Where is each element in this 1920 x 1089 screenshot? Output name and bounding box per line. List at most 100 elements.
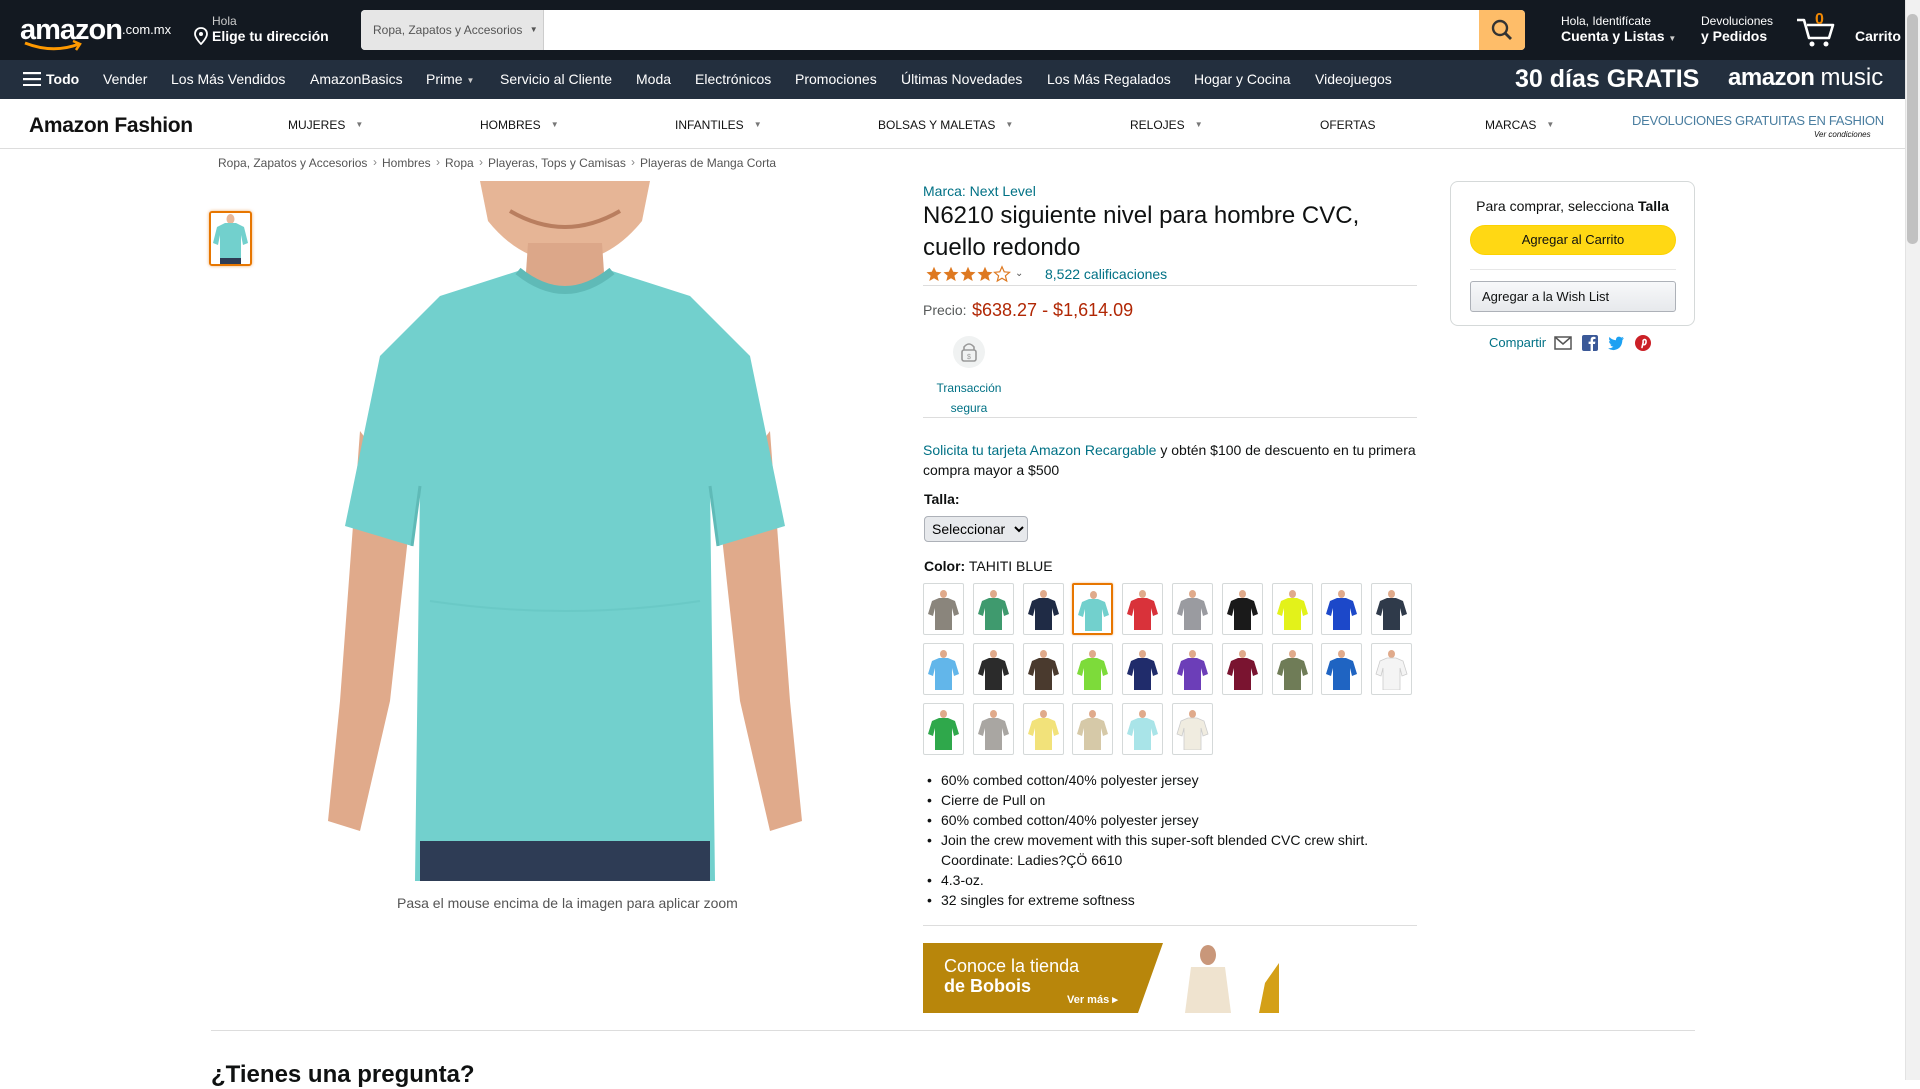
nav-item-amazonbasics[interactable]: AmazonBasics (310, 60, 403, 99)
pinterest-icon[interactable] (1634, 334, 1652, 352)
color-swatch[interactable] (923, 703, 964, 755)
share-label[interactable]: Compartir (1489, 335, 1546, 350)
color-swatch[interactable] (1172, 643, 1213, 695)
rating-dropdown-caret[interactable]: ⌄ (1015, 268, 1023, 279)
credit-card-link[interactable]: Solicita tu tarjeta Amazon Recargable (923, 442, 1156, 458)
breadcrumb-separator: › (631, 155, 635, 169)
search-icon (1491, 19, 1512, 40)
lock-icon: $ (961, 343, 977, 362)
nav-item-promociones[interactable]: Promociones (795, 60, 877, 99)
color-swatch[interactable] (1371, 583, 1413, 635)
fashion-tab-ofertas[interactable]: OFERTAS (1320, 118, 1376, 132)
secure-transaction-link[interactable]: Transacción segura (923, 378, 1015, 418)
color-swatch[interactable] (1022, 583, 1064, 635)
color-swatch[interactable] (1321, 643, 1363, 695)
returns-orders-link[interactable]: Devoluciones y Pedidos (1701, 14, 1773, 44)
free-returns-conditions[interactable]: Ver condiciones (1814, 130, 1871, 139)
add-to-cart-button[interactable]: Agregar al Carrito (1470, 225, 1676, 255)
search-category-dropdown[interactable]: Ropa, Zapatos y Accesorios ▼ (361, 10, 544, 50)
tshirt-swatch-image (1027, 590, 1059, 630)
nav-item-moda[interactable]: Moda (636, 60, 671, 99)
color-swatch[interactable] (1321, 583, 1363, 635)
breadcrumb-item[interactable]: Playeras de Manga Corta (640, 156, 776, 170)
fashion-tab-bolsas[interactable]: BOLSAS Y MALETAS ▼ (878, 118, 1013, 132)
nav-item-servicio-cliente[interactable]: Servicio al Cliente (500, 60, 612, 99)
search-input[interactable] (545, 10, 1465, 50)
search-button[interactable] (1479, 10, 1525, 50)
tshirt-swatch-image (1276, 650, 1308, 690)
all-menu-button[interactable]: Todo (23, 60, 79, 99)
color-swatch[interactable] (1072, 643, 1114, 695)
color-swatch[interactable] (1022, 643, 1064, 695)
buy-box-prompt-text: Para comprar, selecciona (1476, 198, 1638, 214)
ratings-count-link[interactable]: 8,522 calificaciones (1045, 266, 1167, 282)
account-lists-menu[interactable]: Hola, Identifícate Cuenta y Listas ▼ (1561, 14, 1676, 44)
music-promo-text[interactable]: 30 días GRATIS (1515, 65, 1699, 95)
color-swatch[interactable] (1271, 583, 1313, 635)
color-swatch[interactable] (1172, 583, 1213, 635)
email-icon[interactable] (1554, 334, 1572, 352)
tshirt-swatch-image (1276, 590, 1308, 630)
nav-item-vender[interactable]: Vender (103, 60, 147, 99)
color-swatch[interactable] (1221, 643, 1263, 695)
color-swatch[interactable] (972, 643, 1014, 695)
color-swatch[interactable] (1072, 703, 1114, 755)
nav-item-electronicos[interactable]: Electrónicos (695, 60, 771, 99)
brand-link[interactable]: Marca: Next Level (923, 183, 1036, 199)
banner-headline: Conoce la tienda (944, 956, 1080, 976)
nav-item-videojuegos[interactable]: Videojuegos (1315, 60, 1392, 99)
color-swatch[interactable] (1271, 643, 1313, 695)
size-label: Talla: (924, 491, 960, 507)
breadcrumb-item[interactable]: Hombres (382, 156, 431, 170)
fashion-tab-hombres[interactable]: HOMBRES ▼ (480, 118, 559, 132)
fashion-tab-marcas[interactable]: MARCAS ▼ (1485, 118, 1554, 132)
color-swatch[interactable] (923, 583, 964, 635)
amazon-fashion-title[interactable]: Amazon Fashion (29, 114, 193, 138)
account-label: Cuenta y Listas (1561, 28, 1665, 44)
add-to-wishlist-button[interactable]: Agregar a la Wish List (1470, 281, 1676, 312)
amazon-music-logo[interactable]: amazon music (1728, 64, 1883, 92)
banner-cta[interactable]: Ver más ▸ (1067, 993, 1118, 1006)
color-swatch[interactable] (1371, 643, 1413, 695)
divider (923, 417, 1417, 418)
facebook-icon[interactable] (1581, 334, 1599, 352)
color-swatch[interactable] (1122, 703, 1164, 755)
caret-down-icon: ▼ (1668, 34, 1677, 43)
color-swatch[interactable] (1221, 583, 1263, 635)
color-swatch[interactable] (972, 703, 1014, 755)
color-swatch[interactable] (972, 583, 1014, 635)
scrollbar-thumb[interactable] (1907, 14, 1918, 244)
color-swatch[interactable] (923, 643, 964, 695)
breadcrumb-item[interactable]: Ropa (445, 156, 474, 170)
nav-item-ultimas-novedades[interactable]: Últimas Novedades (901, 60, 1022, 99)
secure-transaction-badge[interactable]: $ (953, 336, 985, 368)
breadcrumb-item[interactable]: Ropa, Zapatos y Accesorios (218, 156, 367, 170)
amazon-logo[interactable]: amazon .com.mx (20, 12, 180, 51)
tshirt-swatch-image (1226, 590, 1258, 630)
color-swatch[interactable] (1172, 703, 1213, 755)
gallery-thumbnail[interactable] (209, 211, 252, 266)
main-product-image[interactable] (320, 181, 810, 881)
nav-item-mas-regalados[interactable]: Los Más Regalados (1047, 60, 1171, 99)
color-swatch[interactable] (1122, 643, 1164, 695)
star-rating-icon[interactable] (926, 265, 1012, 283)
size-select[interactable]: Seleccionar (924, 516, 1028, 542)
fashion-tab-infantiles[interactable]: INFANTILES ▼ (675, 118, 762, 132)
store-banner[interactable]: Conoce la tienda de Bobois Ver más ▸ (923, 943, 1279, 1013)
cart-button[interactable]: 0 Carrito (1795, 10, 1905, 50)
tshirt-swatch-image (1077, 650, 1109, 690)
color-swatch[interactable] (1022, 703, 1064, 755)
color-swatch[interactable] (1122, 583, 1164, 635)
tshirt-swatch-image (928, 710, 959, 750)
fashion-tab-mujeres[interactable]: MUJERES ▼ (288, 118, 363, 132)
free-returns-banner[interactable]: DEVOLUCIONES GRATUITAS EN FASHION (1632, 113, 1884, 128)
color-swatch[interactable] (1072, 583, 1114, 635)
color-label: Color: (924, 558, 966, 574)
nav-item-mas-vendidos[interactable]: Los Más Vendidos (171, 60, 285, 99)
twitter-icon[interactable] (1607, 334, 1625, 352)
nav-item-prime[interactable]: Prime ▼ (426, 60, 474, 99)
nav-item-hogar-cocina[interactable]: Hogar y Cocina (1194, 60, 1291, 99)
breadcrumb-item[interactable]: Playeras, Tops y Camisas (488, 156, 626, 170)
fashion-tab-relojes[interactable]: RELOJES ▼ (1130, 118, 1203, 132)
fashion-tab-label: MARCAS (1485, 118, 1537, 132)
